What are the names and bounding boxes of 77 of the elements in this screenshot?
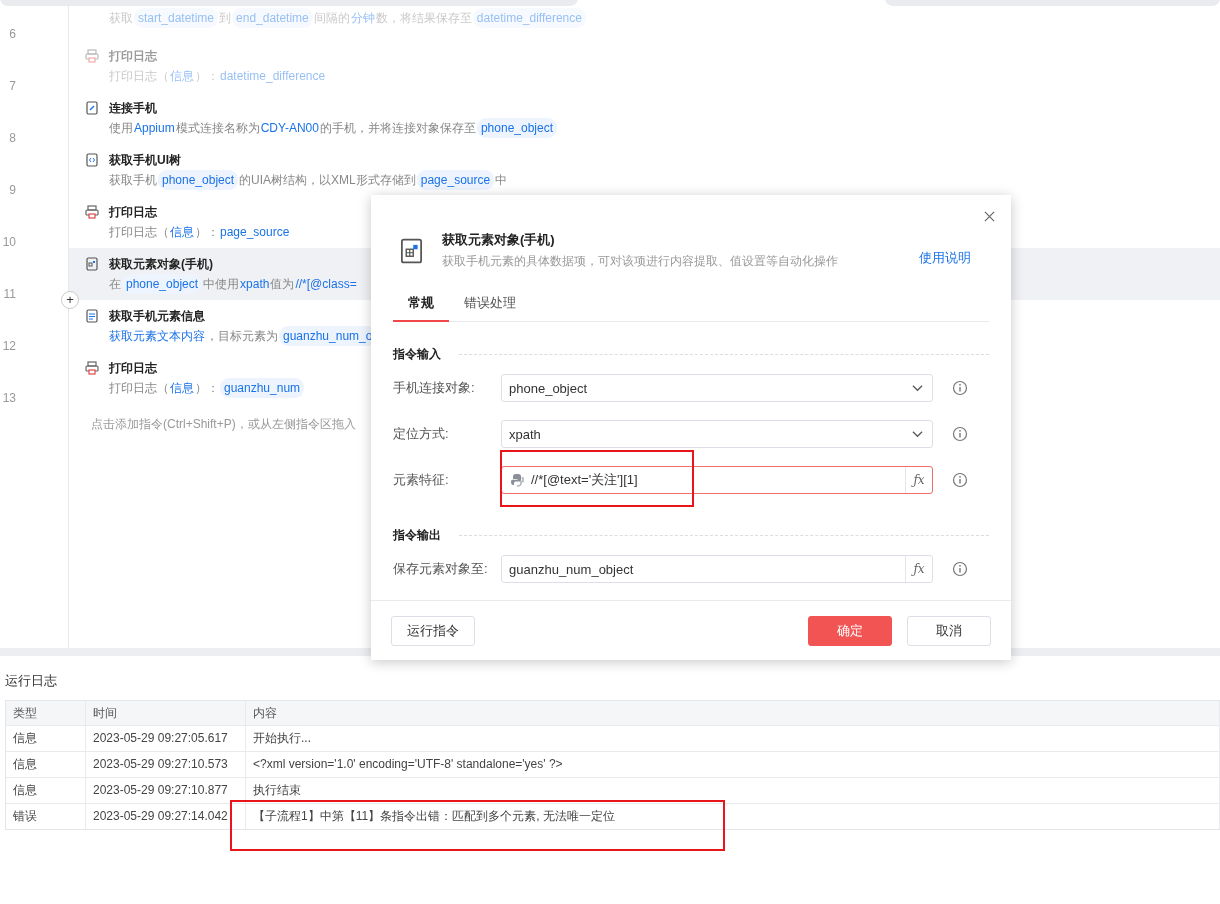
parameter-text: 获取元素文本内容 bbox=[109, 328, 205, 345]
field-label: 保存元素对象至: bbox=[393, 560, 489, 578]
parameter-text: 分钟 bbox=[350, 10, 375, 27]
description-text: 的手机，并将连接对象保存至 bbox=[319, 120, 476, 137]
description-text: 获取手机 bbox=[109, 172, 157, 189]
table-cell: 信息 bbox=[6, 778, 86, 803]
table-cell: <?xml version='1.0' encoding='UTF-8' standalone='yes' ?> bbox=[246, 752, 1220, 777]
table-cell: 2023-05-29 09:27:05.617 bbox=[86, 726, 246, 751]
line-number: 9 bbox=[8, 182, 17, 199]
section-title: 指令输出 bbox=[393, 527, 441, 544]
description-text: 使用 bbox=[109, 120, 133, 137]
step-title: 连接手机 bbox=[109, 100, 158, 117]
description-text: ）： bbox=[195, 68, 219, 85]
variable-chip: page_source bbox=[416, 170, 495, 190]
description-text: 的UIA树结构，以XML形式存储到 bbox=[239, 172, 416, 189]
table-cell: 错误 bbox=[6, 804, 86, 829]
parameter-text: 信息 bbox=[170, 68, 194, 85]
line-number: 10 bbox=[1, 234, 17, 251]
variable-chip: phone_object bbox=[158, 170, 239, 190]
description-text: 打印日志（ bbox=[109, 380, 169, 397]
dialog-subtitle: 获取手机元素的具体数据项，可对该项进行内容提取、值设置等自动化操作 bbox=[442, 253, 839, 270]
variable-chip: phone_object bbox=[476, 118, 557, 138]
description-text: 值为 bbox=[270, 276, 295, 293]
table-cell: 【子流程1】中第【11】条指令出错：匹配到多个元素, 无法唯一定位 bbox=[246, 804, 1220, 829]
step-title: 获取元素对象(手机) bbox=[109, 256, 214, 273]
parameter-text: 信息 bbox=[170, 380, 194, 397]
field-value: phone_object bbox=[508, 380, 589, 396]
variable-chip: phone_object bbox=[122, 274, 203, 294]
parameter-text: CDY-AN00 bbox=[260, 120, 319, 137]
description-text: 中 bbox=[495, 172, 508, 189]
field-label: 定位方式: bbox=[393, 425, 450, 443]
line-number: 6 bbox=[8, 26, 17, 43]
step-title: 打印日志 bbox=[109, 48, 158, 65]
field-value: guanzhu_num_object bbox=[508, 561, 635, 577]
step-title: 打印日志 bbox=[109, 204, 158, 221]
line-number: 7 bbox=[8, 78, 17, 95]
table-cell: 2023-05-29 09:27:14.042 bbox=[86, 804, 246, 829]
table-cell: 信息 bbox=[6, 726, 86, 751]
table-cell: 信息 bbox=[6, 752, 86, 777]
description-text: 中使用 bbox=[203, 276, 240, 293]
parameter-text: 信息 bbox=[170, 224, 194, 241]
column-header: 内容 bbox=[246, 701, 1220, 725]
column-header: 时间 bbox=[86, 701, 246, 725]
description-text: ）： bbox=[195, 224, 219, 241]
step-title: 获取手机UI树 bbox=[109, 152, 182, 169]
table-cell: 2023-05-29 09:27:10.573 bbox=[86, 752, 246, 777]
parameter-text: page_source bbox=[220, 224, 290, 241]
variable-chip: end_datetime bbox=[232, 8, 313, 28]
parameter-text: //*[@class= bbox=[295, 276, 357, 293]
line-number: 11 bbox=[2, 286, 17, 303]
field-value: xpath bbox=[508, 426, 542, 442]
parameter-text: Appium bbox=[134, 120, 175, 137]
line-number: 8 bbox=[8, 130, 17, 147]
variable-chip: guanzhu_num bbox=[220, 378, 305, 398]
field-value: //*[@text='关注'][1] bbox=[530, 471, 639, 489]
log-title: 运行日志 bbox=[5, 672, 58, 690]
description-text: 在 bbox=[109, 276, 121, 293]
parameter-text: datetime_difference bbox=[220, 68, 326, 85]
step-title: 打印日志 bbox=[109, 360, 158, 377]
table-cell: 2023-05-29 09:27:10.877 bbox=[86, 778, 246, 803]
variable-chip: datetime_difference bbox=[472, 8, 586, 28]
section-title: 指令输入 bbox=[393, 346, 441, 363]
line-number: 12 bbox=[1, 338, 17, 355]
field-label: 元素特征: bbox=[393, 471, 450, 489]
line-number: 13 bbox=[1, 390, 17, 407]
description-text: ，目标元素为 bbox=[206, 328, 278, 345]
description-text: 打印日志（ bbox=[109, 224, 169, 241]
table-cell: 执行结束 bbox=[246, 778, 1220, 803]
dialog-title: 获取元素对象(手机) bbox=[442, 231, 556, 249]
table-cell: 开始执行... bbox=[246, 726, 1220, 751]
field-label: 手机连接对象: bbox=[393, 379, 476, 397]
step-title: 获取手机元素信息 bbox=[109, 308, 206, 325]
variable-chip: start_datetime bbox=[134, 8, 219, 28]
parameter-text: xpath bbox=[240, 276, 270, 293]
description-text: 模式连接名称为 bbox=[175, 120, 260, 137]
column-header: 类型 bbox=[6, 701, 86, 725]
description-text: ）： bbox=[195, 380, 219, 397]
